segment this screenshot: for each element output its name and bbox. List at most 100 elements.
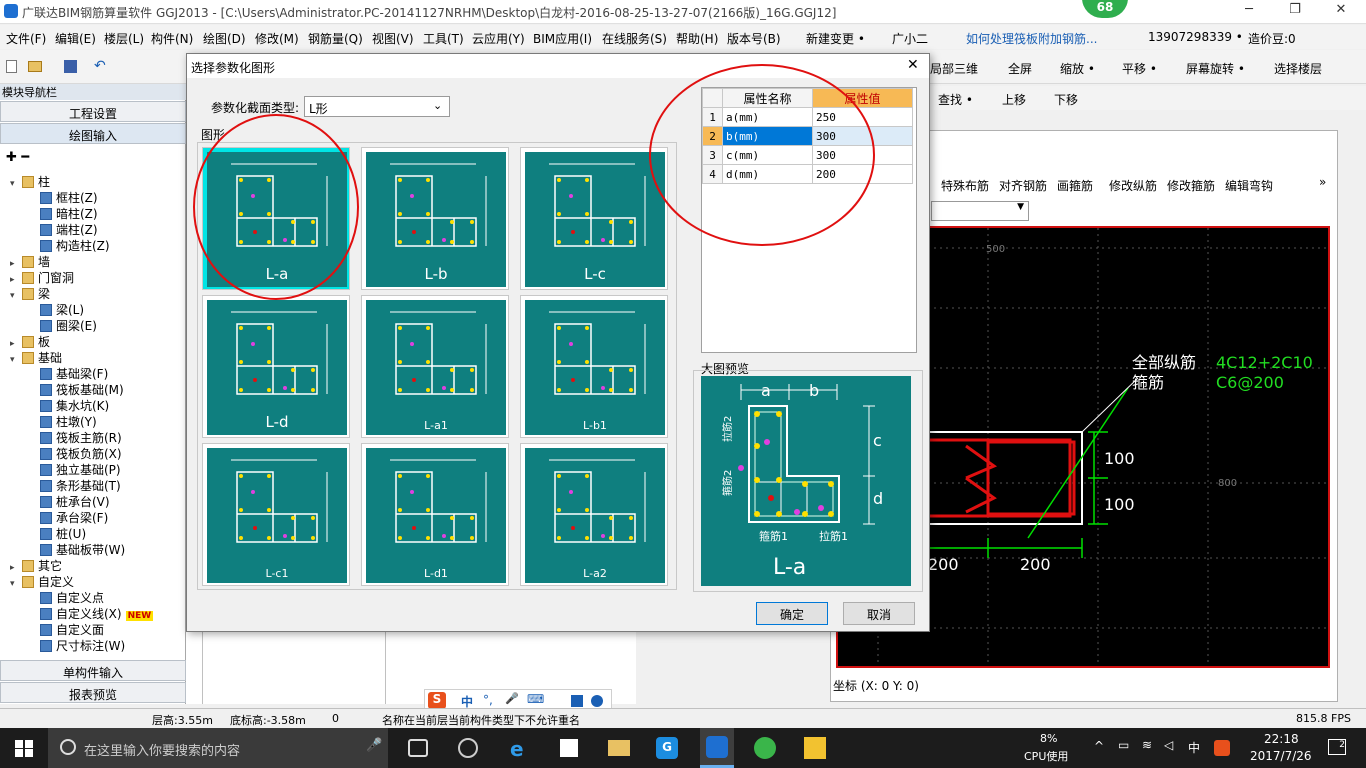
tree-item[interactable]: ▾ 柱 <box>10 174 50 190</box>
ok-button[interactable]: 确定 <box>756 602 828 625</box>
store-icon[interactable] <box>560 739 578 757</box>
tool-local-3d[interactable]: 局部三维 <box>930 60 978 77</box>
ime-settings-icon[interactable] <box>591 695 603 707</box>
tool-move-down[interactable]: 下移 <box>1054 91 1078 108</box>
nav-drawing-input[interactable]: 绘图输入 <box>0 123 186 144</box>
tool-zoom[interactable]: 缩放 • <box>1060 60 1095 77</box>
tree-item[interactable]: 集水坑(K) <box>40 398 109 414</box>
tool-pan[interactable]: 平移 • <box>1122 60 1157 77</box>
tool-move-up[interactable]: 上移 <box>1002 91 1026 108</box>
windows-start-icon[interactable] <box>15 740 33 757</box>
ime-voice-icon[interactable]: 🎤 <box>505 692 519 705</box>
tree-item[interactable]: ▸ 其它 <box>10 558 62 574</box>
cancel-button[interactable]: 取消 <box>843 602 915 625</box>
tree-item[interactable]: 自定义点 <box>40 590 104 606</box>
nav-project-settings[interactable]: 工程设置 <box>0 101 186 122</box>
tool-rotate[interactable]: 屏幕旋转 • <box>1186 60 1245 77</box>
more-tools[interactable]: » <box>1319 175 1326 189</box>
tool-special-rebar[interactable]: 特殊布筋 <box>941 177 989 194</box>
tree-item[interactable]: ▾ 基础 <box>10 350 62 366</box>
tree-item[interactable]: 自定义线(X) NEW <box>40 606 154 622</box>
menu-online[interactable]: 在线服务(S) <box>602 30 667 47</box>
explorer-icon[interactable] <box>608 740 630 756</box>
tool-modify-stirrup[interactable]: 修改箍筋 <box>1167 177 1215 194</box>
property-value-cell[interactable]: 250 <box>812 107 913 127</box>
tree-item[interactable]: 承台梁(F) <box>40 510 108 526</box>
menu-new-change[interactable]: 新建变更 • <box>806 30 865 47</box>
tool-find[interactable]: 查找 • <box>938 91 973 108</box>
property-value-cell[interactable]: 300 <box>812 126 913 146</box>
tree-item[interactable]: 暗柱(Z) <box>40 206 98 222</box>
volume-icon[interactable]: ◁ <box>1164 738 1173 752</box>
nav-single-component[interactable]: 单构件输入 <box>0 660 186 681</box>
property-value-cell[interactable]: 200 <box>812 164 913 184</box>
menu-modify[interactable]: 修改(M) <box>255 30 299 47</box>
notepad-icon[interactable] <box>804 737 826 759</box>
shape-option-l-a1[interactable]: L-a1 <box>361 295 509 438</box>
menu-help[interactable]: 帮助(H) <box>676 30 718 47</box>
clock-date[interactable]: 2017/7/26 <box>1250 749 1312 763</box>
open-folder-icon[interactable] <box>28 61 42 72</box>
green-app-icon[interactable] <box>754 737 776 759</box>
section-type-select[interactable]: L形 ⌄ <box>304 96 450 117</box>
new-file-icon[interactable] <box>6 60 17 73</box>
property-value-cell[interactable]: 300 <box>812 145 913 165</box>
tool-fullscreen[interactable]: 全屏 <box>1008 60 1032 77</box>
tool-draw-stirrup[interactable]: 画箍筋 <box>1057 177 1093 194</box>
tree-item[interactable]: 梁(L) <box>40 302 84 318</box>
save-icon[interactable] <box>64 60 77 73</box>
table-row[interactable]: 3 c(mm) 300 <box>702 145 913 165</box>
table-row[interactable]: 1 a(mm) 250 <box>702 107 913 127</box>
ime-keyboard-icon[interactable]: ⌨ <box>527 692 544 706</box>
tree-item[interactable]: 桩(U) <box>40 526 86 542</box>
tree-item[interactable]: ▸ 门窗洞 <box>10 270 74 286</box>
tool-align-rebar[interactable]: 对齐钢筋 <box>999 177 1047 194</box>
clock-time[interactable]: 22:18 <box>1264 732 1299 746</box>
tree-item[interactable]: 圈梁(E) <box>40 318 97 334</box>
edge-icon[interactable]: e <box>510 737 524 761</box>
tool-edit-hook[interactable]: 编辑弯钩 <box>1225 177 1273 194</box>
microphone-icon[interactable]: 🎤 <box>366 738 382 753</box>
shape-option-l-c1[interactable]: L-c1 <box>202 443 350 586</box>
menu-help-link[interactable]: 如何处理筏板附加钢筋... <box>966 30 1097 47</box>
menu-file[interactable]: 文件(F) <box>6 30 46 47</box>
shape-option-l-c[interactable]: L-c <box>520 147 668 290</box>
glodon-icon[interactable]: G <box>656 737 678 759</box>
network-icon[interactable]: ▭ <box>1118 738 1129 752</box>
editor-dropdown[interactable]: ▼ <box>931 201 1029 221</box>
score-badge[interactable]: 68 <box>1082 0 1128 18</box>
tree-item[interactable]: 端柱(Z) <box>40 222 98 238</box>
tree-item[interactable]: ▸ 墙 <box>10 254 50 270</box>
taskbar-search[interactable]: 在这里输入你要搜索的内容 🎤 <box>48 728 388 768</box>
maximize-button[interactable]: ❐ <box>1272 2 1318 22</box>
notification-icon[interactable]: 2 <box>1328 739 1346 755</box>
tray-chevron-icon[interactable]: ^ <box>1094 739 1104 753</box>
table-row[interactable]: 2 b(mm) 300 <box>702 126 913 146</box>
tree-item[interactable]: 尺寸标注(W) <box>40 638 125 654</box>
tree-item[interactable]: 自定义面 <box>40 622 104 638</box>
menu-floor[interactable]: 楼层(L) <box>104 30 144 47</box>
menu-component[interactable]: 构件(N) <box>151 30 193 47</box>
undo-icon[interactable]: ↶ <box>94 58 106 74</box>
tree-item[interactable]: 框柱(Z) <box>40 190 98 206</box>
shape-option-l-a[interactable]: L-a <box>202 147 350 290</box>
shape-option-l-b[interactable]: L-b <box>361 147 509 290</box>
minimize-button[interactable]: ─ <box>1226 2 1272 22</box>
shape-option-l-d[interactable]: L-d <box>202 295 350 438</box>
tree-item[interactable]: 基础梁(F) <box>40 366 108 382</box>
collapse-icon[interactable]: ▾ <box>10 176 22 192</box>
menu-view[interactable]: 视图(V) <box>372 30 414 47</box>
tree-item[interactable]: ▾ 自定义 <box>10 574 74 590</box>
task-view-icon[interactable] <box>408 739 428 757</box>
nav-report-preview[interactable]: 报表预览 <box>0 682 186 703</box>
collapse-icon[interactable]: ▾ <box>10 576 22 592</box>
menu-rebar[interactable]: 钢筋量(Q) <box>308 30 363 47</box>
tree-item[interactable]: 筏板负筋(X) <box>40 446 122 462</box>
ggj-active-icon[interactable] <box>700 728 734 768</box>
tool-select-floor[interactable]: 选择楼层 <box>1274 60 1322 77</box>
ime-skin-icon[interactable] <box>571 695 583 707</box>
menu-cost-beans[interactable]: 造价豆:0 <box>1248 30 1296 47</box>
shape-option-l-a2[interactable]: L-a2 <box>520 443 668 586</box>
ime-punct[interactable]: °, <box>483 693 493 707</box>
browser-icon[interactable] <box>458 738 478 758</box>
